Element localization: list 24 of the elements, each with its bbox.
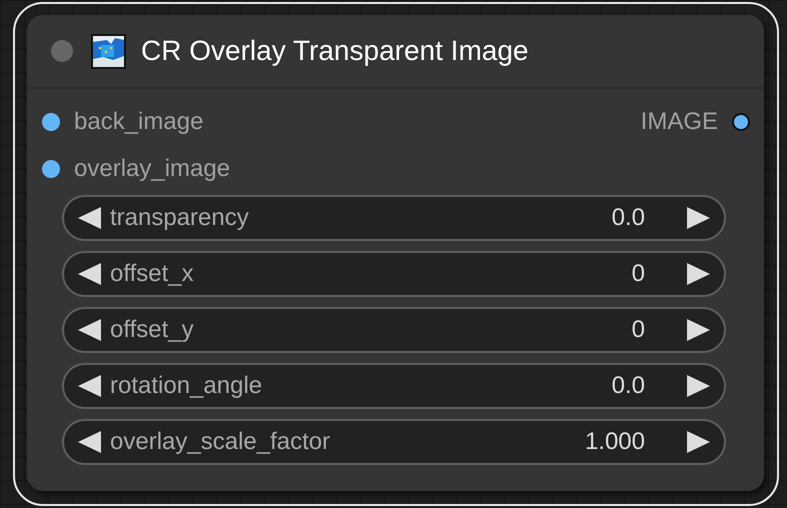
input-label: back_image [74,108,204,136]
input-label: overlay_image [74,154,230,182]
left-arrow-icon[interactable] [78,375,101,397]
number-widget[interactable]: offset_x 0 [62,251,726,297]
collapse-dot[interactable] [51,40,73,62]
input-slot[interactable] [42,160,60,178]
right-arrow-icon[interactable] [687,263,710,285]
right-arrow-icon[interactable] [687,431,710,453]
output-slot[interactable] [732,112,750,130]
right-arrow-icon[interactable] [687,375,710,397]
node-title: CR Overlay Transparent Image [141,35,528,67]
number-widget[interactable]: overlay_scale_factor 1.000 [62,419,726,465]
number-widget[interactable]: offset_y 0 [62,307,726,353]
left-arrow-icon[interactable] [78,207,101,229]
right-arrow-icon[interactable] [687,207,710,229]
left-arrow-icon[interactable] [78,263,101,285]
number-widget[interactable]: transparency 0.0 [62,195,726,241]
input-slot[interactable] [42,112,60,130]
output-label: IMAGE [640,108,718,136]
left-arrow-icon[interactable] [78,319,101,341]
image-icon [91,34,126,68]
left-arrow-icon[interactable] [78,431,101,453]
number-widget[interactable]: rotation_angle 0.0 [62,363,726,409]
right-arrow-icon[interactable] [687,319,710,341]
